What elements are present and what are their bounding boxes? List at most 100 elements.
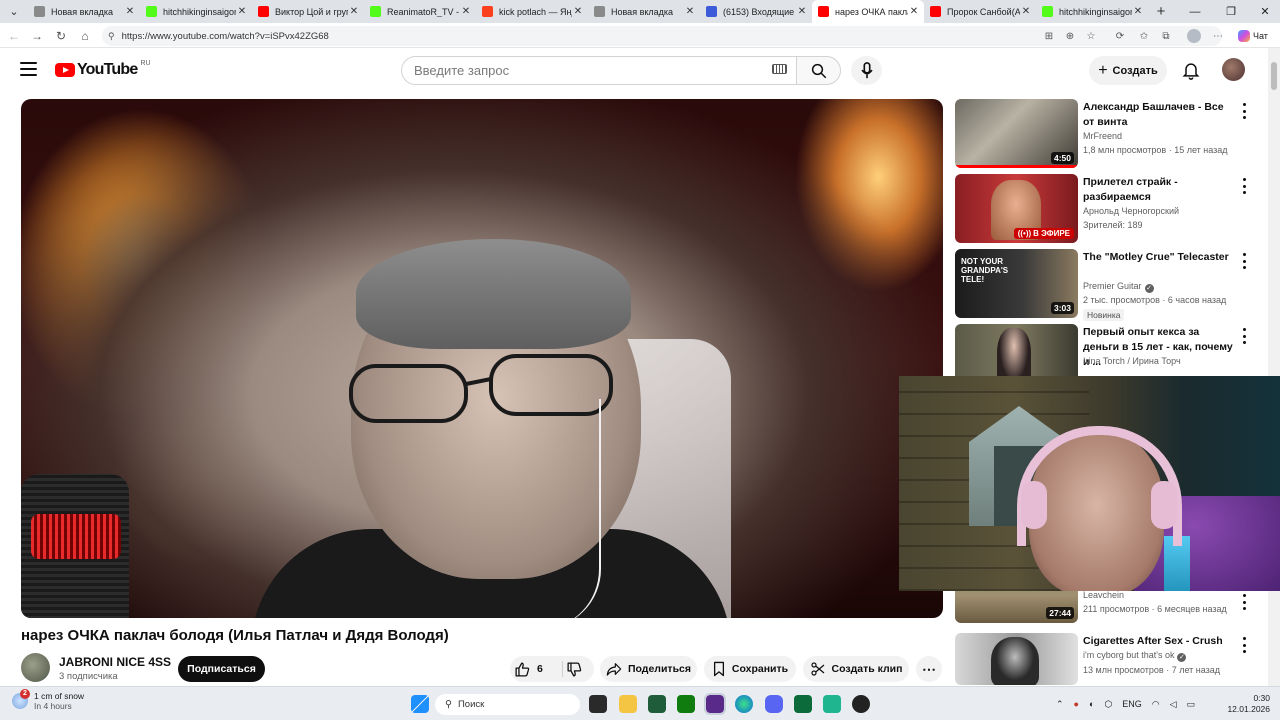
browser-tab[interactable]: hitchhikinginsaigon ✕	[140, 0, 252, 23]
xbox-icon[interactable]	[677, 695, 695, 713]
account-avatar[interactable]	[1222, 58, 1245, 81]
reload-icon[interactable]: ↻	[52, 27, 70, 45]
browser-tab[interactable]: kick potlach — Янд ✕	[476, 0, 588, 23]
search-input[interactable]: Введите запрос	[401, 56, 801, 85]
more-options-icon[interactable]	[1239, 594, 1249, 610]
zoom-icon[interactable]: ⊕	[1062, 28, 1078, 44]
taskbar-search-input[interactable]: ⚲ Поиск	[435, 694, 580, 715]
create-button[interactable]: + Создать	[1089, 56, 1167, 85]
recommendation-item[interactable]: NOT YOUR GRANDPA'S TELE! 3:03 The "Motley …	[955, 249, 1260, 321]
close-tab-icon[interactable]: ✕	[796, 6, 808, 17]
close-tab-icon[interactable]: ✕	[236, 6, 248, 17]
tray-app-icon[interactable]: ●	[1074, 699, 1079, 709]
recommendation-channel[interactable]: MrFreend	[1083, 131, 1122, 141]
tray-app-icon[interactable]: ⬡	[1104, 699, 1112, 710]
weather-widget[interactable]: 2 1 cm of snow In 4 hours	[12, 689, 84, 711]
app-icon[interactable]	[852, 695, 870, 713]
browser-tab[interactable]: ReanimatoR_TV - W✕	[364, 0, 476, 23]
app-icon[interactable]	[823, 695, 841, 713]
youtube-logo[interactable]: YouTube RU	[55, 60, 151, 79]
close-window-icon[interactable]: ✕	[1248, 0, 1280, 23]
app-icon[interactable]	[794, 695, 812, 713]
browser-tab[interactable]: Новая вкладка ✕	[28, 0, 140, 23]
new-tab-button[interactable]: +	[1148, 3, 1174, 20]
share-button[interactable]: Поделиться	[600, 656, 697, 682]
recommendation-item[interactable]: ((•)) В ЭФИРЕ Прилетел страйк - разбираем…	[955, 174, 1260, 244]
tray-app-icon[interactable]: ◐	[1089, 699, 1094, 709]
more-options-icon[interactable]	[1239, 328, 1249, 344]
close-tab-icon[interactable]: ✕	[1132, 6, 1144, 17]
recommendation-title[interactable]: Cigarettes After Sex - Crush	[1083, 634, 1233, 649]
app-install-icon[interactable]: ⊞	[1041, 28, 1057, 44]
browser-tab[interactable]: нарез ОЧКА паклач✕	[812, 0, 924, 23]
close-tab-icon[interactable]: ✕	[124, 6, 136, 17]
browser-tab[interactable]: (6153) Входящие —✕	[700, 0, 812, 23]
battery-icon[interactable]: ▭	[1187, 699, 1196, 710]
voice-search-button[interactable]	[851, 56, 882, 85]
close-tab-icon[interactable]: ✕	[1020, 6, 1032, 17]
volume-icon[interactable]: ◁	[1170, 699, 1177, 710]
favorite-star-icon[interactable]: ☆	[1083, 28, 1099, 44]
taskbar-clock[interactable]: 0:30 12.01.2026	[1226, 693, 1270, 715]
recommendation-thumbnail[interactable]	[955, 633, 1078, 685]
profile-icon[interactable]	[1186, 28, 1202, 44]
wifi-icon[interactable]: ◠	[1152, 699, 1160, 710]
recommendation-title[interactable]: The "Motley Crue" Telecaster	[1083, 250, 1233, 265]
guide-menu-icon[interactable]	[20, 62, 37, 76]
recommendation-channel[interactable]: Арнольд Черногорский	[1083, 206, 1179, 216]
windows-start-icon[interactable]	[411, 695, 429, 713]
tray-overflow-icon[interactable]: ⌃	[1056, 699, 1064, 710]
more-menu-icon[interactable]: ⋯	[1210, 28, 1226, 44]
recommendation-channel[interactable]: Premier Guitar	[1083, 281, 1142, 291]
task-view-icon[interactable]	[589, 695, 607, 713]
browser-tab[interactable]: Виктор Цой и групп ✕	[252, 0, 364, 23]
recommendation-title[interactable]: Александр Башлачев - Все от винта	[1083, 100, 1233, 130]
close-tab-icon[interactable]: ✕	[348, 6, 360, 17]
channel-avatar[interactable]	[21, 653, 50, 682]
extensions-icon[interactable]: ⟳	[1112, 28, 1128, 44]
maximize-icon[interactable]: ❐	[1214, 0, 1248, 23]
forward-icon[interactable]: →	[28, 27, 46, 45]
recommendation-thumbnail[interactable]: 4:50	[955, 99, 1078, 168]
like-button[interactable]: 6	[514, 656, 552, 682]
file-explorer-icon[interactable]	[619, 695, 637, 713]
tab-list-chevron-icon[interactable]: ⌄	[0, 0, 28, 23]
recommendation-item[interactable]: 4:50 Александр Башлачев - Все от винта M…	[955, 99, 1260, 169]
browser-tab[interactable]: hitchhikinginsaigon ✕	[1036, 0, 1148, 23]
recommendation-title[interactable]: Прилетел страйк - разбираемся	[1083, 175, 1233, 205]
recommendation-channel-row[interactable]: Premier Guitar ✓	[1083, 281, 1154, 293]
browser-tab[interactable]: Новая вкладка ✕	[588, 0, 700, 23]
notifications-bell-icon[interactable]	[1181, 60, 1201, 80]
more-actions-icon[interactable]: ⋯	[916, 656, 942, 682]
search-button[interactable]	[796, 56, 841, 85]
more-options-icon[interactable]	[1239, 253, 1249, 269]
language-indicator[interactable]: ENG	[1122, 699, 1142, 709]
more-options-icon[interactable]	[1239, 103, 1249, 119]
close-tab-icon[interactable]: ✕	[908, 6, 920, 17]
recommendation-channel[interactable]: i'm cyborg but that's ok	[1083, 650, 1174, 660]
browser-tab[interactable]: Пророк Санбой(А ✕	[924, 0, 1036, 23]
scrollbar-thumb[interactable]	[1271, 62, 1277, 90]
keyboard-icon[interactable]	[772, 64, 787, 74]
close-tab-icon[interactable]: ✕	[684, 6, 696, 17]
channel-name[interactable]: JABRONI NICE 4SS	[59, 655, 171, 669]
clip-button[interactable]: Создать клип	[803, 656, 909, 682]
video-player[interactable]	[21, 99, 943, 618]
save-button[interactable]: Сохранить	[704, 656, 796, 682]
more-options-icon[interactable]	[1239, 178, 1249, 194]
app-icon[interactable]	[704, 693, 726, 715]
favorites-icon[interactable]: ✩	[1136, 28, 1152, 44]
recommendation-channel[interactable]: Irina Torch / Ирина Торч	[1083, 356, 1181, 366]
app-icon[interactable]	[648, 695, 666, 713]
subscribe-button[interactable]: Подписаться	[178, 656, 265, 682]
recommendation-thumbnail[interactable]: NOT YOUR GRANDPA'S TELE! 3:03	[955, 249, 1078, 318]
recommendation-channel-row[interactable]: i'm cyborg but that's ok ✓	[1083, 650, 1187, 662]
discord-icon[interactable]	[765, 695, 783, 713]
copilot-chat-button[interactable]: Чат	[1238, 28, 1272, 44]
close-tab-icon[interactable]: ✕	[572, 6, 584, 17]
back-icon[interactable]: ←	[5, 27, 23, 45]
more-options-icon[interactable]	[1239, 637, 1249, 653]
recommendation-channel[interactable]: Leavchein	[1083, 590, 1124, 600]
site-info-icon[interactable]: ⚲	[108, 31, 115, 42]
edge-browser-icon[interactable]	[735, 695, 753, 713]
